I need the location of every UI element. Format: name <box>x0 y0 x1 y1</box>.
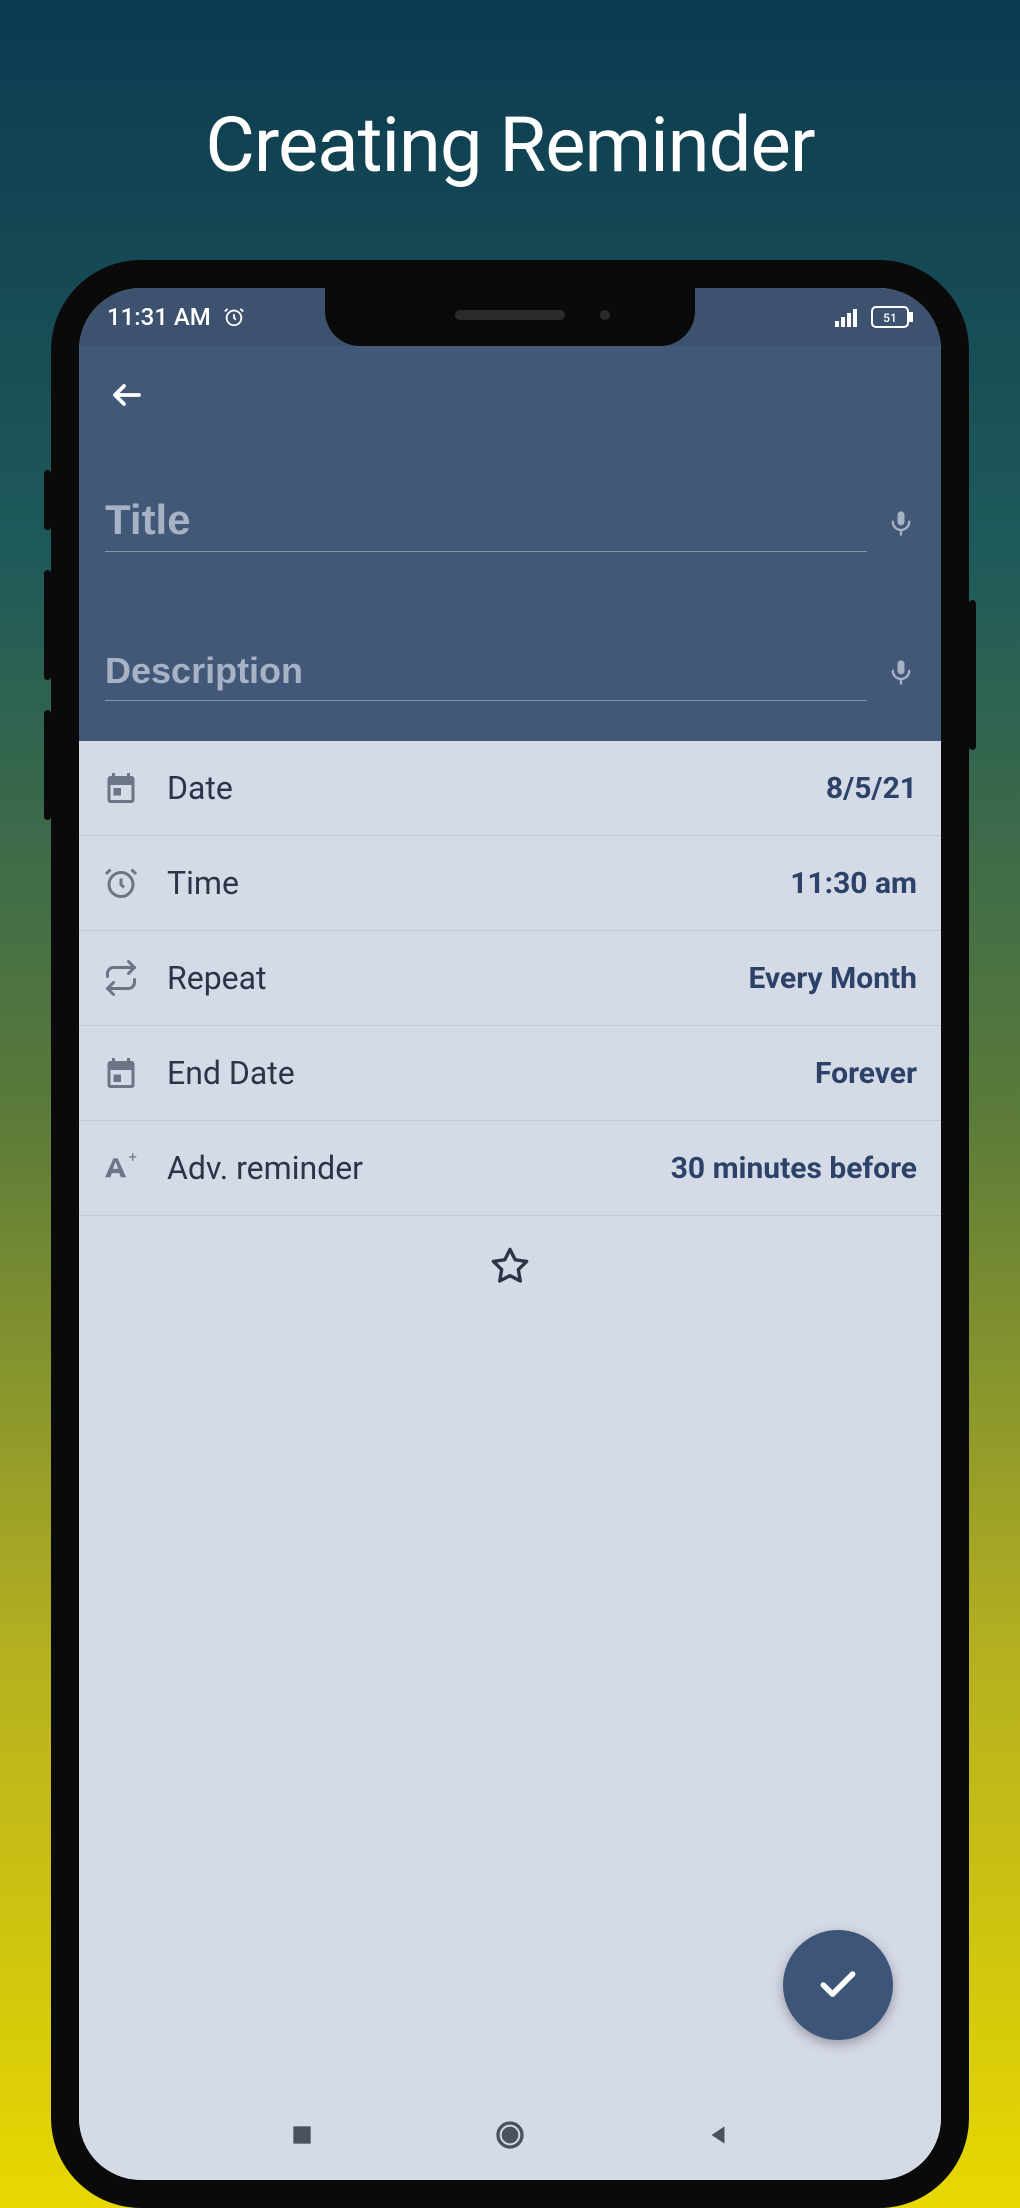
star-icon[interactable] <box>490 1246 530 1286</box>
android-nav-bar <box>79 2090 941 2180</box>
signal-icon <box>835 307 861 327</box>
svg-text:51: 51 <box>883 311 897 325</box>
repeat-row[interactable]: Repeat Every Month <box>79 931 941 1026</box>
settings-list: Date 8/5/21 Time 11:30 am Repeat Every M… <box>79 741 941 1320</box>
repeat-value: Every Month <box>749 961 917 996</box>
description-input[interactable] <box>105 642 867 701</box>
phone-notch <box>325 288 695 346</box>
status-time: 11:31 AM <box>107 303 211 331</box>
mic-icon[interactable] <box>887 658 915 686</box>
svg-text:+: + <box>129 1150 138 1166</box>
check-icon <box>816 1963 860 2007</box>
end-date-row[interactable]: End Date Forever <box>79 1026 941 1121</box>
back-button[interactable] <box>105 366 149 433</box>
alarm-icon <box>223 306 245 328</box>
calendar-icon <box>103 770 139 806</box>
calendar-end-icon <box>103 1055 139 1091</box>
date-value: 8/5/21 <box>826 771 917 806</box>
end-date-label: End Date <box>167 1054 815 1092</box>
adv-reminder-label: Adv. reminder <box>167 1149 671 1187</box>
repeat-label: Repeat <box>167 959 749 997</box>
title-input[interactable] <box>105 493 867 552</box>
text-size-icon: + <box>103 1150 139 1186</box>
nav-back-icon[interactable] <box>705 2122 731 2148</box>
phone-screen: 11:31 AM 51 <box>79 288 941 2180</box>
end-date-value: Forever <box>815 1056 917 1091</box>
battery-icon: 51 <box>871 306 913 328</box>
clock-icon <box>103 865 139 901</box>
nav-home-icon[interactable] <box>494 2119 526 2151</box>
nav-recents-icon[interactable] <box>289 2122 315 2148</box>
time-label: Time <box>167 864 790 902</box>
mic-icon[interactable] <box>887 509 915 537</box>
date-label: Date <box>167 769 826 807</box>
time-value: 11:30 am <box>790 866 917 901</box>
promo-page-title: Creating Reminder <box>0 0 1020 190</box>
date-row[interactable]: Date 8/5/21 <box>79 741 941 836</box>
app-header <box>79 346 941 741</box>
time-row[interactable]: Time 11:30 am <box>79 836 941 931</box>
confirm-fab[interactable] <box>783 1930 893 2040</box>
adv-reminder-value: 30 minutes before <box>671 1151 917 1186</box>
phone-frame: 11:31 AM 51 <box>51 260 969 2208</box>
repeat-icon <box>103 960 139 996</box>
adv-reminder-row[interactable]: + Adv. reminder 30 minutes before <box>79 1121 941 1216</box>
